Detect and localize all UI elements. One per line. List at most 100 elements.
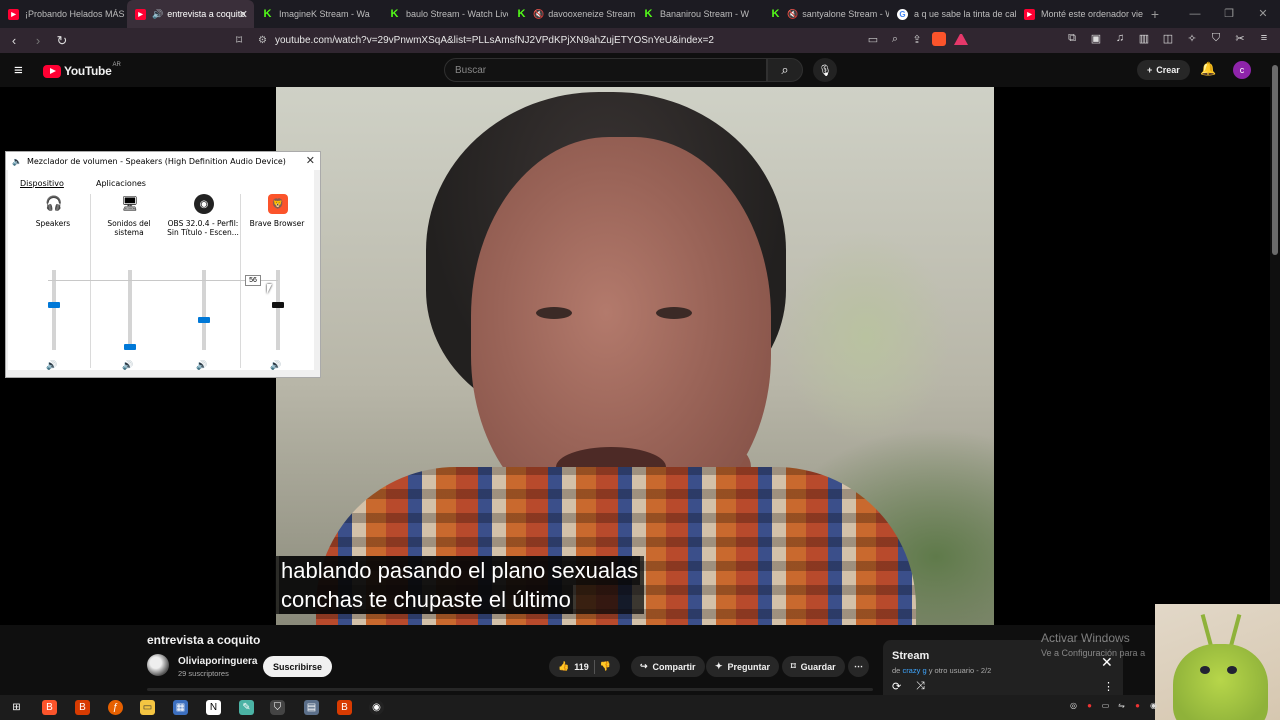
reload-button[interactable]: ↻	[52, 33, 72, 49]
mute-toggle-icon[interactable]: 🔊	[46, 361, 57, 371]
search-button[interactable]: ⌕	[767, 58, 803, 82]
channel-name[interactable]: Oliviaporinguera	[178, 656, 257, 667]
leo-icon[interactable]: ✧	[1184, 32, 1200, 45]
volume-slider-track[interactable]	[276, 270, 280, 350]
playlist-meta: de crazy g y otro usuario - 2/2	[892, 666, 992, 675]
muted-icon[interactable]: 🔇	[533, 9, 544, 20]
browser-tab[interactable]: K 🔇 davooxeneize Stream	[508, 0, 635, 28]
obs-taskbar-icon[interactable]: ◉	[369, 700, 384, 715]
forward-button[interactable]: ›	[28, 33, 48, 48]
browser-tab[interactable]: Kbaulo Stream - Watch Live	[381, 0, 508, 28]
like-button[interactable]: 👍 119	[558, 661, 589, 672]
new-tab-button[interactable]: +	[1143, 6, 1167, 22]
muted-icon[interactable]: 🔇	[787, 9, 798, 20]
browser-tab[interactable]: K ImagineK Stream - Wa	[254, 0, 381, 28]
share-icon[interactable]: ⇪	[910, 33, 924, 46]
mic-tray-icon[interactable]: ●	[1084, 701, 1095, 712]
save-button[interactable]: ⌑ Guardar	[782, 656, 845, 677]
youtube-icon: ▶	[135, 8, 146, 20]
volume-slider-track[interactable]	[52, 270, 56, 350]
brave-nightly-icon[interactable]: B	[337, 700, 352, 715]
hamburger-menu-icon[interactable]: ≡	[14, 62, 23, 79]
volume-slider-track[interactable]	[202, 270, 206, 350]
subscribe-button[interactable]: Suscribirse	[263, 656, 333, 677]
back-button[interactable]: ‹	[4, 33, 24, 48]
bookmark-icon[interactable]: ⌑	[236, 33, 242, 47]
headphones-icon[interactable]: 🎧	[44, 194, 64, 214]
search-input[interactable]	[445, 59, 766, 81]
volume-slider-thumb[interactable]	[124, 344, 136, 350]
network-tray-icon[interactable]: ⇋	[1116, 701, 1127, 712]
youtube-icon: ▶	[8, 8, 19, 20]
mixer-close-button[interactable]: ✕	[306, 154, 315, 167]
channel-avatar[interactable]	[147, 654, 169, 676]
zoom-icon[interactable]: ⌕	[888, 33, 902, 46]
obs-tray-icon[interactable]: ◉	[1148, 701, 1159, 712]
scrollbar-thumb[interactable]	[1272, 65, 1278, 255]
firefox-taskbar-icon[interactable]: ƒ	[108, 700, 123, 715]
security-app-icon[interactable]: ⛉	[270, 700, 285, 715]
browser-tab[interactable]: ▶ Monté este ordenador vie	[1016, 0, 1143, 28]
notifications-bell-icon[interactable]: 🔔	[1200, 61, 1216, 77]
notepad-icon[interactable]: ✎	[239, 700, 254, 715]
browser-tab[interactable]: K Bananirou Stream - W	[635, 0, 762, 28]
brave-shields-icon[interactable]	[932, 32, 946, 46]
close-tab-icon[interactable]: ✕	[239, 8, 248, 21]
vpn-icon[interactable]: ⛉	[1208, 32, 1224, 45]
playlist-title[interactable]: Stream	[892, 650, 929, 662]
discord-tray-icon[interactable]: ◎	[1068, 701, 1079, 712]
windows-start-icon[interactable]: ⊞	[9, 700, 24, 715]
volume-slider-thumb[interactable]	[48, 302, 60, 308]
restore-button[interactable]: ❐	[1212, 0, 1246, 28]
page-scrollbar[interactable]	[1270, 53, 1280, 640]
obs-icon[interactable]: ◉	[194, 194, 214, 214]
dislike-button[interactable]: 👎	[600, 661, 611, 672]
brave-rewards-icon[interactable]	[954, 33, 968, 45]
volume-slider-thumb[interactable]	[198, 317, 210, 323]
calculator-icon[interactable]: ▦	[173, 700, 188, 715]
app-window-icon[interactable]: ▤	[304, 700, 319, 715]
speaker-icon[interactable]: 🔊	[152, 9, 163, 20]
brave-beta-taskbar-icon[interactable]: B	[75, 700, 90, 715]
voice-search-button[interactable]: 🎙	[813, 58, 837, 82]
menu-icon[interactable]: ≡	[1256, 32, 1272, 45]
playlist-more-icon[interactable]: ⋮	[1103, 680, 1114, 693]
sidebar-icon[interactable]: ▥	[1136, 32, 1152, 45]
video-subtitles: hablando pasando el plano sexualas conch…	[275, 556, 645, 614]
system-sounds-icon[interactable]: 🖥	[120, 194, 140, 214]
mute-toggle-icon[interactable]: 🔊	[270, 361, 281, 371]
loop-icon[interactable]: ⟳	[892, 680, 901, 693]
browser-tab[interactable]: Ga q ue sabe la tinta de cal	[889, 0, 1016, 28]
mute-toggle-icon[interactable]: 🔊	[196, 361, 207, 371]
media-icon[interactable]: ♫	[1112, 32, 1128, 45]
extensions-icon[interactable]: ⧉	[1064, 32, 1080, 45]
brave-taskbar-icon[interactable]: B	[42, 700, 57, 715]
brave-icon[interactable]: 🦁	[268, 194, 288, 214]
browser-tab[interactable]: ▶ ¡Probando Helados MÁS R	[0, 0, 127, 28]
record-tray-icon[interactable]: ●	[1132, 701, 1143, 712]
notion-icon[interactable]: N	[206, 700, 221, 715]
browser-tab-active[interactable]: ▶ 🔊 entrevista a coquito ✕	[127, 0, 254, 28]
screenshot-icon[interactable]: ▣	[1088, 32, 1104, 45]
youtube-logo[interactable]: YouTube AR	[43, 62, 121, 78]
create-button[interactable]: + Crear	[1137, 60, 1190, 80]
close-window-button[interactable]: ✕	[1246, 0, 1280, 28]
video-frame[interactable]	[276, 87, 994, 625]
tools-icon[interactable]: ✂	[1232, 32, 1248, 45]
minimize-button[interactable]: —	[1178, 0, 1212, 28]
file-explorer-icon[interactable]: ▭	[140, 700, 155, 715]
mute-toggle-icon[interactable]: 🔊	[122, 361, 133, 371]
account-avatar[interactable]: c	[1233, 61, 1251, 79]
app-tray-icon[interactable]: ▭	[1100, 701, 1111, 712]
wallet-icon[interactable]: ◫	[1160, 32, 1176, 45]
ask-button[interactable]: ✦ Preguntar	[706, 656, 780, 677]
more-actions-button[interactable]: ⋯	[848, 656, 869, 677]
browser-tab[interactable]: K 🔇 santyalone Stream - W	[762, 0, 889, 28]
mixer-titlebar[interactable]: 🔈 Mezclador de volumen - Speakers (High …	[6, 152, 320, 170]
volume-slider-track[interactable]	[128, 270, 132, 350]
shuffle-icon[interactable]: ⤨	[916, 680, 925, 693]
site-info-icon[interactable]: ⚙	[258, 35, 267, 46]
share-button[interactable]: ↪ Compartir	[631, 656, 705, 677]
volume-slider-thumb[interactable]	[272, 302, 284, 308]
cast-icon[interactable]: ▭	[866, 33, 880, 46]
